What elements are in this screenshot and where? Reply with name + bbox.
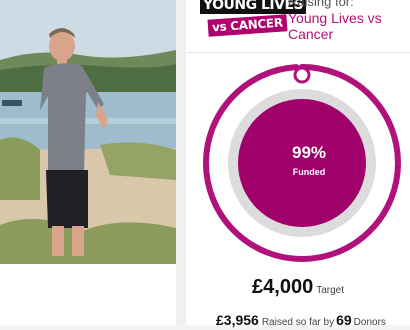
fundraiser-photo <box>0 0 176 264</box>
header-divider <box>186 52 410 53</box>
progress-ring <box>203 64 401 262</box>
raised-row: £3,956 Raised so far by 69 Donors <box>216 312 386 330</box>
charity-logo[interactable]: YOUNG LIVES vs CANCER <box>200 0 307 38</box>
panel-divider <box>176 0 186 325</box>
target-label: Target <box>316 285 344 296</box>
target-amount: £4,000 <box>252 276 314 298</box>
target-row: £4,000 Target <box>186 276 410 299</box>
fundraising-card: YOUNG LIVES vs CANCER Raising for: Young… <box>186 0 410 328</box>
percent-funded-value: 99% <box>291 143 327 162</box>
charity-header: YOUNG LIVES vs CANCER Raising for: Young… <box>186 0 410 52</box>
logo-line-2: vs CANCER <box>207 14 288 37</box>
raised-so-far-text: Raised so far by <box>261 317 335 328</box>
raising-for-label: Raising for: <box>288 0 354 9</box>
raised-amount: £3,956 <box>216 312 259 328</box>
funded-label: Funded <box>292 167 326 177</box>
donor-count: 69 <box>336 312 352 328</box>
charity-name-link[interactable]: Young Lives vs Cancer <box>288 10 403 42</box>
photo-bottom-area <box>0 264 176 325</box>
donors-label: Donors <box>353 317 386 328</box>
inner-fill <box>238 99 366 227</box>
progress-knob <box>293 66 311 84</box>
